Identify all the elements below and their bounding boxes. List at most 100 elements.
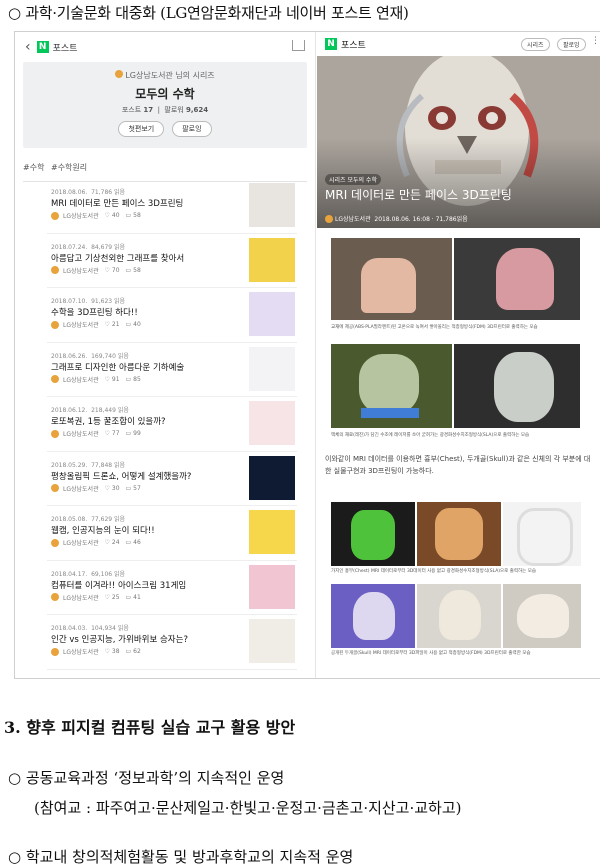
photo-skull-purple — [331, 584, 415, 648]
heart-icon[interactable]: ♡ — [105, 539, 110, 546]
post-thumbnail[interactable] — [249, 401, 295, 445]
comment-icon[interactable]: ▭ — [125, 267, 131, 274]
photo-sla-print-1 — [331, 344, 452, 428]
post-thumbnail[interactable] — [249, 292, 295, 336]
tag-math-principle[interactable]: #수학원리 — [51, 163, 87, 172]
comment-icon[interactable]: ▭ — [125, 321, 131, 328]
post-title[interactable]: 수학을 3D프린팅 하다!! — [51, 306, 138, 318]
post-title[interactable]: 아름답고 기상천외한 그래프를 찾아서 — [51, 252, 184, 264]
avatar — [51, 375, 59, 383]
post-author: LG상남도서관 ♡ 70 ▭ 58 — [51, 266, 141, 275]
heart-icon[interactable]: ♡ — [105, 376, 110, 383]
post-list: 2018.08.06. 71,786 읽음 MRI 데이터로 만든 페이스 3D프… — [47, 179, 297, 670]
heart-icon[interactable]: ♡ — [105, 648, 110, 655]
post-title[interactable]: 로또복권, 1등 꿀조합이 있을까? — [51, 415, 166, 427]
avatar — [51, 266, 59, 274]
avatar — [51, 320, 59, 329]
post-thumbnail[interactable] — [249, 619, 295, 663]
post-thumbnail[interactable] — [249, 564, 295, 609]
first-post-button[interactable]: 첫편보기 — [118, 121, 165, 137]
post-item[interactable]: 2018.05.29. 77,848 읽음 평창올림픽 드론쇼, 어떻게 설계했을… — [47, 452, 297, 506]
series-author: LG상남도서관 님의 시리즈 — [23, 70, 307, 81]
comment-icon[interactable]: ▭ — [125, 648, 131, 655]
doc-line-school-activities: ○ 학교내 창의적체험활동 및 방과후학교의 지속적 운영 — [8, 848, 354, 866]
post-thumbnail[interactable] — [249, 455, 295, 500]
comment-icon[interactable]: ▭ — [125, 594, 131, 601]
following-pill-button[interactable]: 팔로잉 — [557, 38, 586, 51]
series-card: LG상남도서관 님의 시리즈 모두의 수학 포스트 17 | 팔로워 9,624… — [23, 62, 307, 148]
doc-line-joint-course: ○ 공동교육과정 ‘정보과학’의 지속적인 운영 — [8, 769, 285, 787]
series-title: 모두의 수학 — [135, 87, 195, 101]
post-title[interactable]: 컴퓨터를 이겨라!! 아이스크림 31게임 — [51, 579, 186, 591]
series-list-panel: ‹ N 포스트 LG상남도서관 님의 시리즈 모두의 수학 포스트 17 | 팔… — [15, 32, 316, 678]
avatar — [51, 593, 59, 601]
doc-line-outreach: ○ 과학·기술문화 대중화 (LG연암문화재단과 네이버 포스트 연재) — [8, 4, 409, 22]
post-thumbnail[interactable] — [249, 183, 295, 227]
back-arrow-icon[interactable]: ‹ — [25, 39, 31, 55]
post-item[interactable]: 2018.04.03. 104,934 읽음 인간 vs 인공지능, 가위바위보 … — [47, 615, 297, 670]
avatar — [51, 484, 59, 492]
post-author: LG상남도서관 ♡ 77 ▭ 99 — [51, 429, 141, 438]
photo-chest-green — [331, 502, 415, 566]
heart-icon[interactable]: ♡ — [105, 594, 110, 601]
hero-series-badge: 시리즈 모두의 수학 — [325, 174, 381, 185]
post-title[interactable]: 그래프로 디자인한 아름다운 기하예술 — [51, 361, 184, 373]
heart-icon[interactable]: ♡ — [105, 212, 110, 219]
avatar — [51, 211, 59, 220]
photo-sla-print-2 — [454, 344, 580, 428]
heart-icon[interactable]: ♡ — [105, 485, 110, 492]
heart-icon[interactable]: ♡ — [105, 321, 110, 328]
post-author: LG상남도서관 ♡ 30 ▭ 57 — [51, 484, 141, 493]
tag-math[interactable]: #수학 — [23, 163, 44, 172]
photo-fdm-print-1 — [331, 238, 452, 320]
avatar — [115, 70, 124, 78]
share-icon[interactable] — [292, 40, 305, 51]
comment-icon[interactable]: ▭ — [125, 539, 131, 546]
right-top-bar: N 포스트 시리즈 팔로잉 ⋮ — [317, 32, 600, 56]
post-item[interactable]: 2018.08.06. 71,786 읽음 MRI 데이터로 만든 페이스 3D프… — [47, 179, 297, 234]
avatar — [51, 647, 59, 656]
post-title[interactable]: 인간 vs 인공지능, 가위바위보 승자는? — [51, 633, 188, 645]
photo-chest-print — [417, 502, 501, 566]
caption-sla: 액체의 재료(레진)가 담긴 수조에 레이저를 쏘아 굳혀가는 광경화성수지조형… — [331, 433, 530, 438]
post-title[interactable]: MRI 데이터로 만든 페이스 3D프린팅 — [51, 197, 183, 209]
comment-icon[interactable]: ▭ — [125, 485, 131, 492]
post-meta: 2018.08.06. 71,786 읽음 — [51, 189, 126, 196]
post-item[interactable]: 2018.04.17. 69,106 읽음 컴퓨터를 이겨라!! 아이스크림 31… — [47, 561, 297, 615]
post-meta: 2018.07.10. 91,623 읽음 — [51, 298, 126, 305]
post-item[interactable]: 2018.05.08. 77,629 읽음 웹캠, 인공지능의 눈이 되다!! LG… — [47, 506, 297, 561]
post-thumbnail[interactable] — [249, 510, 295, 554]
avatar — [51, 429, 59, 438]
post-item[interactable]: 2018.07.24. 84,679 읽음 아름답고 기상천외한 그래프를 찾아서… — [47, 234, 297, 288]
comment-icon[interactable]: ▭ — [125, 430, 131, 437]
heart-icon[interactable]: ♡ — [105, 267, 110, 274]
post-label: 포스트 — [52, 43, 78, 54]
heart-icon[interactable]: ♡ — [105, 430, 110, 437]
caption-fdm: 교재에 제공(ABS·PLA필라멘트)된 고온으로 녹여서 쌓아올리는 적층형방… — [331, 325, 538, 330]
post-title[interactable]: 웹캠, 인공지능의 눈이 되다!! — [51, 524, 155, 536]
photo-chest-white — [503, 502, 581, 566]
post-meta: 2018.07.24. 84,679 읽음 — [51, 243, 126, 251]
naver-logo-icon: N — [36, 41, 49, 53]
post-thumbnail[interactable] — [249, 237, 295, 282]
more-icon[interactable]: ⋮ — [591, 36, 600, 46]
screenshot-frame: ‹ N 포스트 LG상남도서관 님의 시리즈 모두의 수학 포스트 17 | 팔… — [14, 31, 600, 679]
comment-icon[interactable]: ▭ — [125, 212, 131, 219]
caption-skull: 공개된 두개골(Skull) MRI 데이터로부터 3D파일이 사용 없고 적층… — [331, 651, 531, 656]
doc-line-participants: (참여교 : 파주여고·문산제일고·한빛고·운정고·금촌고·지산고·교하고) — [34, 799, 462, 817]
photo-skull-side — [503, 584, 581, 648]
series-stats: 포스트 17 | 팔로워 9,624 — [121, 106, 209, 114]
body-paragraph: 이와같이 MRI 데이터를 이용하면 흉부(Chest), 두개골(Skull)… — [325, 455, 591, 475]
comment-icon[interactable]: ▭ — [125, 376, 131, 383]
following-button[interactable]: 팔로잉 — [172, 121, 212, 137]
section-heading: 3. 향후 피지컬 컴퓨팅 실습 교구 활용 방안 — [4, 718, 296, 737]
naver-logo-icon: N — [325, 38, 337, 50]
post-item[interactable]: 2018.06.12. 218,449 읽음 로또복권, 1등 꿀조합이 있을까?… — [47, 397, 297, 452]
post-item[interactable]: 2018.07.10. 91,623 읽음 수학을 3D프린팅 하다!! LG상남도… — [47, 288, 297, 343]
post-title[interactable]: 평창올림픽 드론쇼, 어떻게 설계했을까? — [51, 470, 191, 482]
series-pill-button[interactable]: 시리즈 — [521, 38, 550, 51]
post-thumbnail[interactable] — [249, 346, 295, 391]
post-author: LG상남도서관 ♡ 40 ▭ 58 — [51, 211, 141, 220]
post-author: LG상남도서관 ♡ 25 ▭ 41 — [51, 593, 141, 602]
post-item[interactable]: 2018.06.26. 169,740 읽음 그래프로 디자인한 아름다운 기하예… — [47, 343, 297, 397]
